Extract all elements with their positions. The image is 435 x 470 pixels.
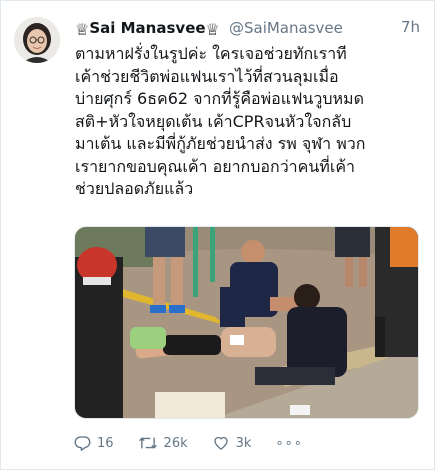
reply-count: 16 [97,435,114,451]
crown-right-icon: ♕ [205,20,220,39]
like-button[interactable]: 3k [212,434,252,452]
timestamp[interactable]: 7h [401,18,420,36]
heart-icon [213,436,228,450]
retweet-button[interactable]: 26k [138,434,188,452]
crown-left-icon: ♕ [75,20,90,39]
reply-icon [74,436,91,451]
avatar-image [14,17,60,63]
cpr-scene-image [75,227,418,418]
action-bar: 16 26k 3k ∘∘∘ [73,431,327,455]
more-icon: ∘∘∘ [275,435,303,451]
tweet-card[interactable]: ♕Sai Manasvee♕ @SaiManasvee 7h ตามหาฝรั่… [0,0,435,470]
avatar[interactable] [14,17,60,63]
more-button[interactable]: ∘∘∘ [275,436,302,451]
user-handle[interactable]: @SaiManasvee [229,19,343,37]
tweet-photo[interactable] [74,226,419,419]
like-count: 3k [235,435,252,451]
tweet-text: ตามหาฝรั่งในรูปค่ะ ใครเจอช่วยทักเราที เค… [75,44,366,198]
display-name[interactable]: Sai Manasvee [89,19,205,37]
tweet-header: ♕Sai Manasvee♕ @SaiManasvee 7h [75,18,420,40]
retweet-icon [138,437,157,449]
reply-button[interactable]: 16 [73,434,114,452]
retweet-count: 26k [163,435,188,451]
